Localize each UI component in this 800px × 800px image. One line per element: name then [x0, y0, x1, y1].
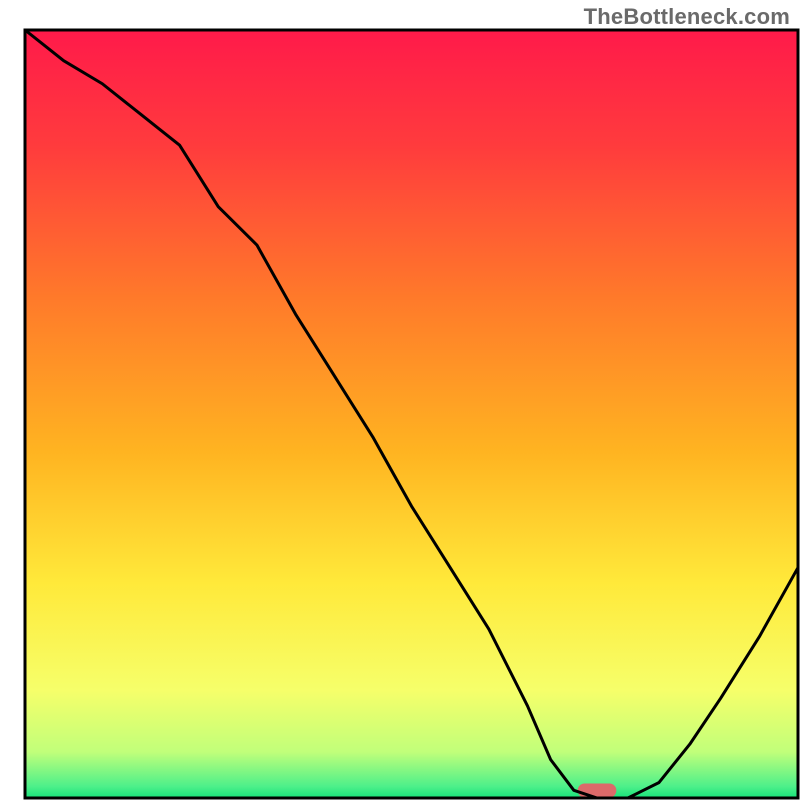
optimal-marker	[578, 784, 617, 798]
gradient-background	[25, 30, 798, 798]
chart-svg	[0, 0, 800, 800]
bottleneck-chart: TheBottleneck.com	[0, 0, 800, 800]
